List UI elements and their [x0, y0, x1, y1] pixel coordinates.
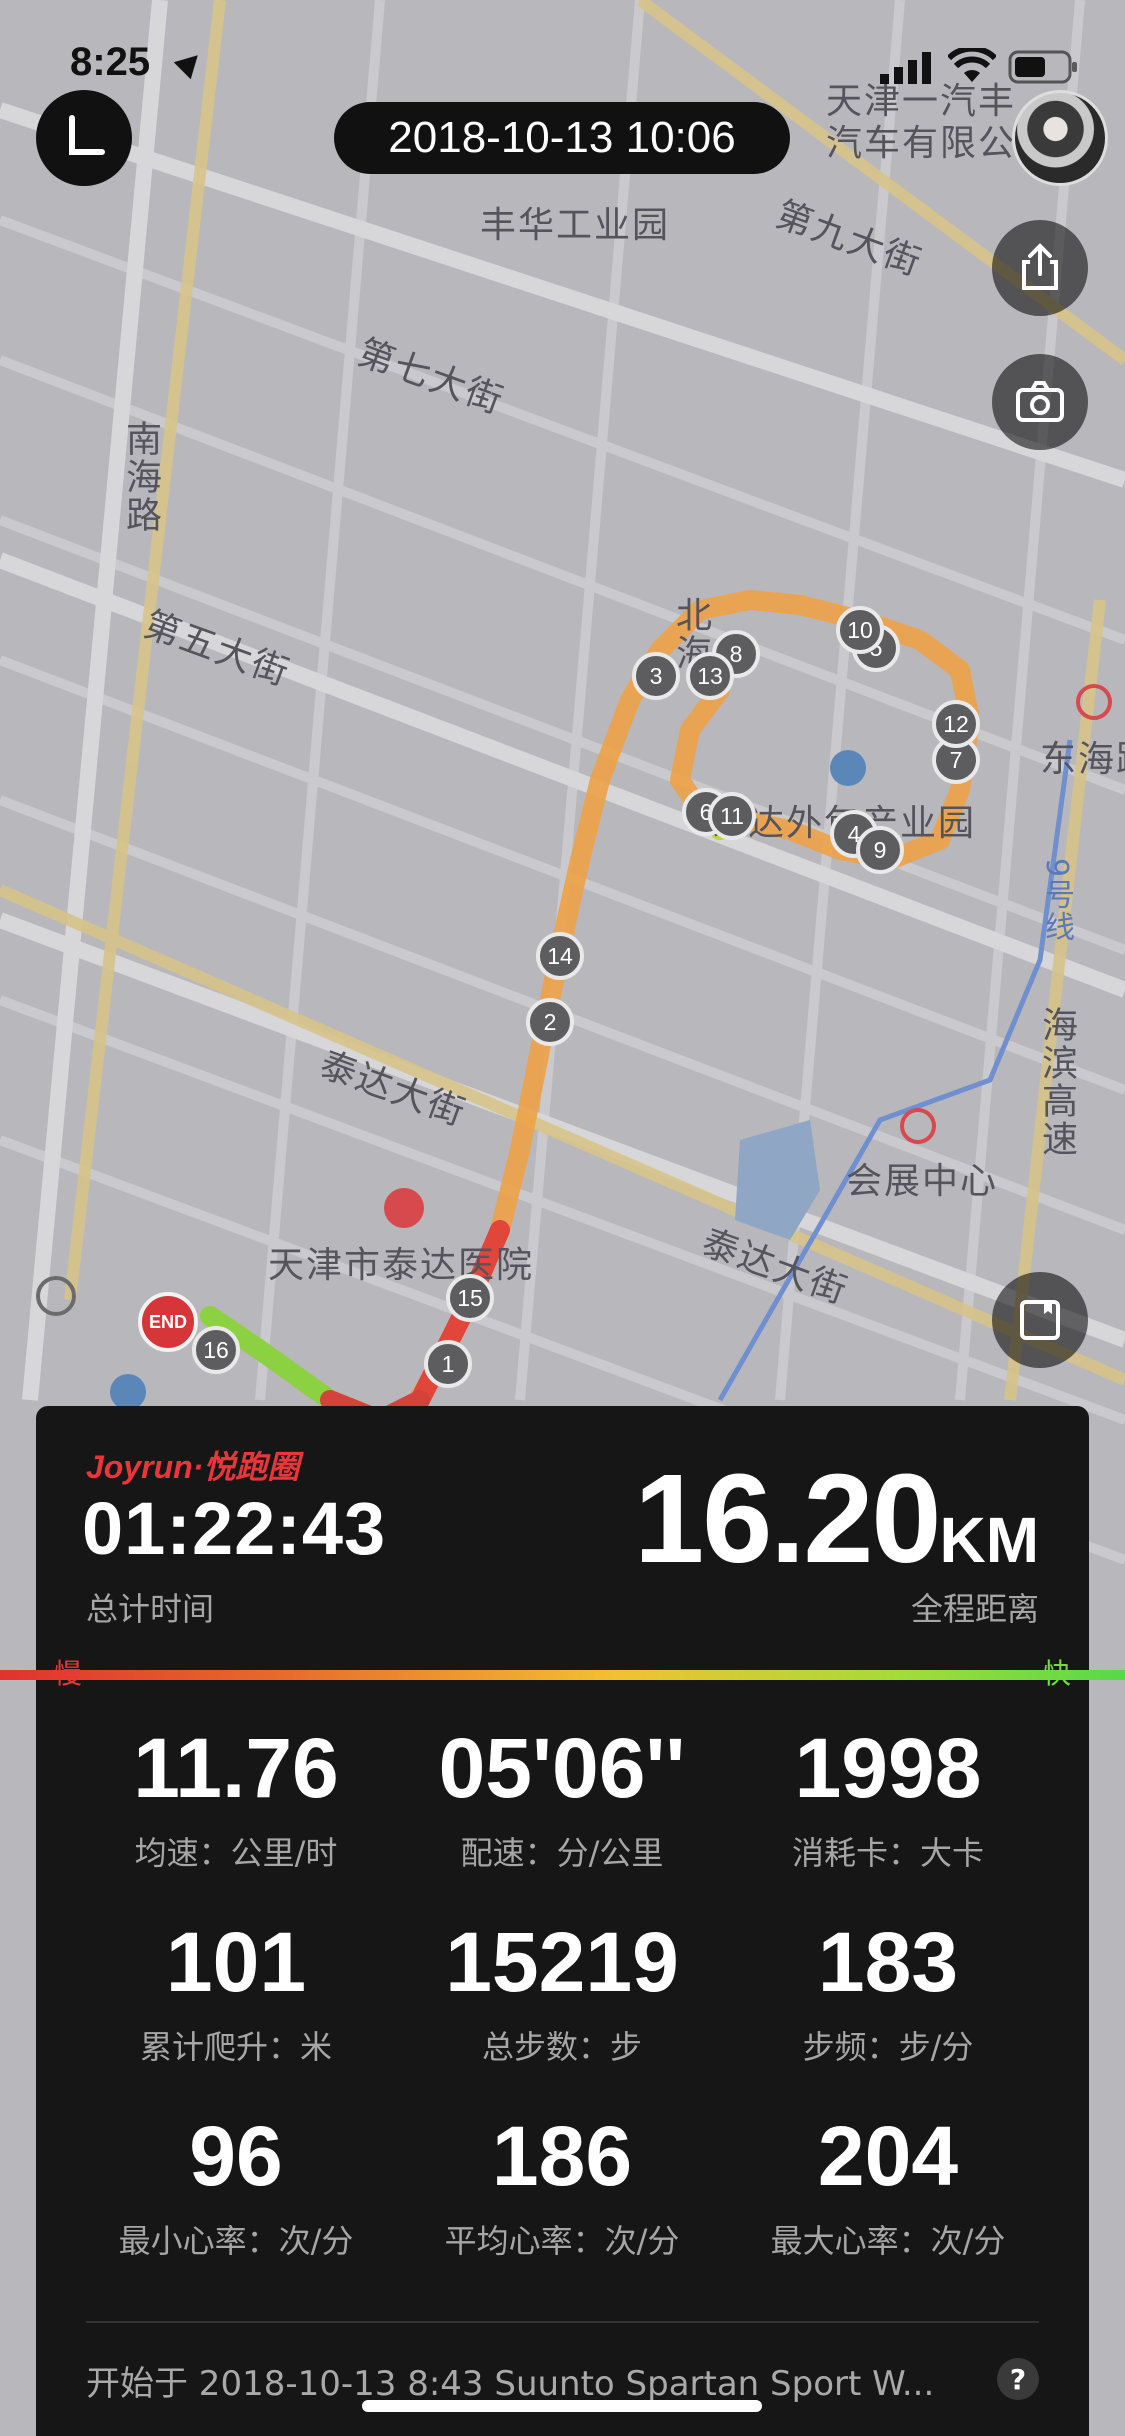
- route-marker-9[interactable]: 9: [856, 826, 904, 874]
- stat-value: 101: [165, 1915, 307, 2009]
- route-marker-2[interactable]: 2: [526, 998, 574, 1046]
- activity-date-time: 2018-10-13 10:06: [334, 102, 790, 174]
- route-marker-12[interactable]: 12: [932, 700, 980, 748]
- camera-icon: [1016, 381, 1064, 422]
- stat-avg-heart-rate: 186 平均心率：次/分: [402, 2114, 722, 2262]
- route-marker-14[interactable]: 14: [536, 932, 584, 980]
- stat-min-heart-rate: 96 最小心率：次/分: [76, 2114, 396, 2262]
- stat-label: 总步数：步: [481, 2028, 642, 2066]
- stat-cadence: 183 步频：步/分: [728, 1920, 1048, 2068]
- run-summary-panel: Joyrun·悦跑圈 01:22:43 总计时间 16.20KM 全程距离 慢 …: [0, 1406, 1125, 2436]
- route-end-marker[interactable]: END: [138, 1292, 198, 1352]
- fast-label: 快: [1042, 1657, 1071, 1690]
- pace-gradient-bar: [0, 1670, 1125, 1680]
- wifi-icon: [946, 45, 998, 84]
- map-label-taida-hospital: 天津市泰达医院: [268, 1245, 535, 1286]
- route-marker-15[interactable]: 15: [446, 1274, 494, 1322]
- stat-total-steps: 15219 总步数：步: [402, 1920, 722, 2068]
- map-label-donghai-road: 东海路: [1040, 739, 1125, 780]
- stat-value: 96: [189, 2109, 283, 2203]
- map-label-fenghua: 丰华工业园: [480, 205, 671, 246]
- total-time-label: 总计时间: [86, 1590, 215, 1628]
- stat-pace: 05'06'' 配速：分/公里: [402, 1726, 722, 1874]
- route-marker-11[interactable]: 11: [708, 792, 756, 840]
- stat-label: 均速：公里/时: [134, 1834, 338, 1872]
- stat-label: 最大心率：次/分: [770, 2222, 1006, 2260]
- map-label-binhai-expressway: 海滨高速: [1036, 1006, 1077, 1158]
- camera-button[interactable]: [992, 354, 1088, 450]
- stat-label: 最小心率：次/分: [118, 2222, 354, 2260]
- bookmark-square-icon: [1020, 1300, 1060, 1340]
- stopwatch-logo-icon: [69, 115, 105, 155]
- start-info-device: 开始于 2018-10-13 8:43 Suunto Spartan Sport…: [86, 2364, 935, 2404]
- stat-label: 平均心率：次/分: [444, 2222, 680, 2260]
- total-time-value: 01:22:43: [82, 1487, 387, 1570]
- status-time: 8:25: [70, 40, 151, 84]
- distance-label: 全程距离: [910, 1590, 1039, 1628]
- stat-value: 05'06'': [438, 1721, 686, 1815]
- stat-label: 累计爬升：米: [139, 2028, 332, 2066]
- stat-value: 11.76: [133, 1721, 339, 1815]
- footer-divider: [86, 2321, 1039, 2323]
- route-marker-16[interactable]: 16: [192, 1326, 240, 1374]
- route-marker-10[interactable]: 10: [836, 606, 884, 654]
- map-label-metro-line-9: 9号线: [1039, 858, 1074, 944]
- map-label-convention-center: 会展中心: [846, 1161, 999, 1202]
- stat-value: 186: [491, 2109, 633, 2203]
- joyrun-brand-logo: Joyrun·悦跑圈: [86, 1449, 300, 1485]
- map-mode-button[interactable]: [992, 1272, 1088, 1368]
- total-distance: 16.20KM: [634, 1446, 1039, 1591]
- stat-value: 15219: [445, 1915, 679, 2009]
- distance-unit: KM: [939, 1504, 1039, 1576]
- map-label-nanhai-road: 南海路: [120, 420, 161, 534]
- map-label-tianjin-faw-2: 汽车有限公: [826, 123, 1017, 164]
- stat-value: 1998: [794, 1721, 982, 1815]
- signal-icon: [880, 52, 936, 84]
- share-icon: [1022, 243, 1058, 290]
- home-indicator[interactable]: [362, 2400, 762, 2412]
- share-button[interactable]: [992, 220, 1088, 316]
- stat-value: 183: [817, 1915, 959, 2009]
- distance-value: 16.20: [634, 1448, 941, 1589]
- stat-calories: 1998 消耗卡：大卡: [728, 1726, 1048, 1874]
- route-marker-3[interactable]: 3: [632, 652, 680, 700]
- stat-avg-speed: 11.76 均速：公里/时: [76, 1726, 396, 1874]
- stat-value: 204: [817, 2109, 959, 2203]
- route-marker-13[interactable]: 13: [686, 652, 734, 700]
- route-marker-1[interactable]: 1: [424, 1340, 472, 1388]
- user-avatar[interactable]: [1012, 90, 1108, 186]
- back-logo-button[interactable]: [36, 90, 132, 186]
- stat-elevation-gain: 101 累计爬升：米: [76, 1920, 396, 2068]
- stat-label: 消耗卡：大卡: [791, 1834, 984, 1872]
- stat-label: 配速：分/公里: [460, 1834, 664, 1872]
- stat-label: 步频：步/分: [802, 2028, 974, 2066]
- slow-label: 慢: [54, 1657, 83, 1690]
- battery-icon: [1008, 50, 1080, 84]
- stat-max-heart-rate: 204 最大心率：次/分: [728, 2114, 1048, 2262]
- help-button[interactable]: ?: [997, 2358, 1039, 2400]
